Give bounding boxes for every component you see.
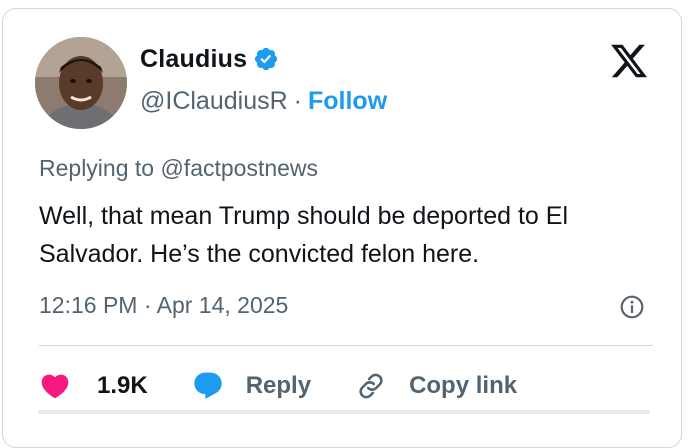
like-button[interactable]: 1.9K [39, 370, 148, 402]
tweet-card: Claudius @IClaudiusR · Follow Replying t… [2, 8, 682, 448]
like-count: 1.9K [97, 372, 148, 399]
reply-button[interactable]: Reply [192, 370, 311, 402]
info-icon[interactable] [619, 294, 645, 320]
follow-button[interactable]: Follow [308, 87, 387, 116]
copy-link-button[interactable]: Copy link [355, 370, 517, 402]
avatar[interactable] [35, 37, 127, 129]
copy-link-label: Copy link [409, 372, 518, 399]
heart-icon [41, 374, 69, 399]
author-name-row: Claudius [140, 42, 279, 76]
reply-bubble-icon [194, 372, 222, 399]
replying-to-label: Replying to @factpostnews [39, 155, 319, 181]
author-handle-row: @IClaudiusR · Follow [140, 87, 387, 116]
avatar-image [35, 37, 127, 129]
separator-dot: · [293, 87, 302, 115]
tweet-timestamp[interactable]: 12:16 PM · Apr 14, 2025 [39, 292, 288, 319]
author-handle[interactable]: @IClaudiusR [140, 87, 288, 116]
reply-label: Reply [245, 372, 312, 399]
action-bar: 1.9K Reply Copy link [39, 364, 517, 408]
tweet-text: Well, that mean Trump should be deported… [39, 202, 569, 268]
link-icon [359, 373, 383, 399]
bottom-bar [38, 410, 650, 414]
x-logo-icon[interactable] [608, 41, 650, 81]
divider [39, 345, 653, 346]
verified-badge-icon [255, 47, 278, 71]
author-name[interactable]: Claudius [140, 45, 247, 74]
